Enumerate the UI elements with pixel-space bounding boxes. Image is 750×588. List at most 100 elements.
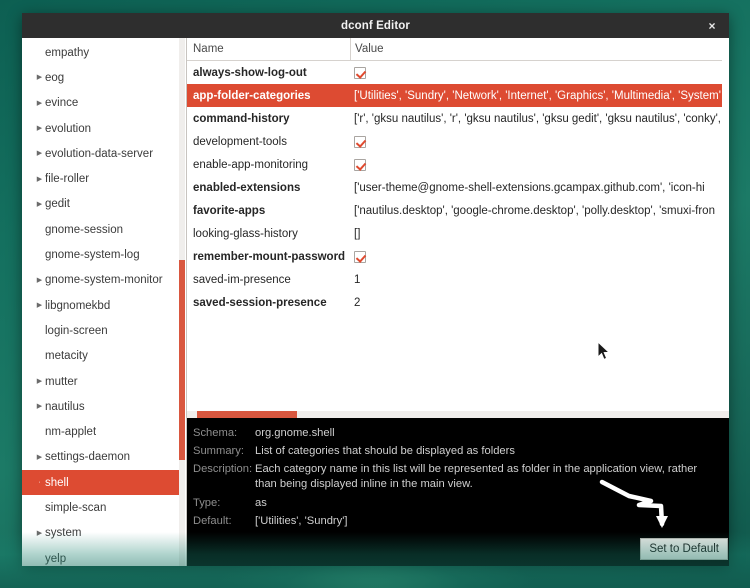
detail-label-summary: Summary: [193,445,244,457]
key-row[interactable]: looking-glass-history [] [187,223,729,246]
detail-row-schema: Schema: org.gnome.shell [193,426,729,440]
chevron-right-icon[interactable]: ▶ [34,150,45,157]
chevron-right-icon[interactable]: ▶ [34,277,45,284]
key-value[interactable]: ['Utilities', 'Sundry', 'Network', 'Inte… [350,90,729,102]
chevron-right-icon[interactable]: ▶ [34,201,45,208]
detail-row-description: Description: Each category name in this … [193,462,729,492]
detail-label-schema: Schema: [193,427,238,439]
detail-value-schema: org.gnome.shell [255,427,335,439]
sidebar-item-evolution-data-server[interactable]: ▶ evolution-data-server [22,141,179,166]
key-list-vertical-scrollbar[interactable] [722,60,729,411]
key-row[interactable]: development-tools [187,130,729,153]
sidebar-item-evolution[interactable]: ▶ evolution [22,116,179,141]
key-value[interactable] [350,66,729,79]
right-pane: Name Value always-show-log-out app-folder… [187,38,729,566]
sidebar-item-metacity[interactable]: metacity [22,344,179,369]
key-value[interactable]: 1 [350,274,729,286]
sidebar-item-label: evince [45,97,79,110]
chevron-right-icon[interactable]: ▶ [34,74,45,81]
sidebar-item-gnome-system-log[interactable]: gnome-system-log [22,242,179,267]
key-value[interactable]: 2 [350,297,729,309]
window-titlebar: dconf Editor × [22,13,729,38]
key-row[interactable]: saved-im-presence 1 [187,269,729,292]
key-value[interactable]: ['nautilus.desktop', 'google-chrome.desk… [350,205,729,217]
sidebar-item-label: simple-scan [45,501,107,514]
column-header-value[interactable]: Value [350,38,729,60]
sidebar-item-gnome-system-monitor[interactable]: ▶ gnome-system-monitor [22,268,179,293]
key-list-hscroll-thumb[interactable] [197,411,297,418]
sidebar-item-libgnomekbd[interactable]: ▶ libgnomekbd [22,293,179,318]
key-value[interactable] [350,135,729,148]
key-row[interactable]: enabled-extensions ['user-theme@gnome-she… [187,176,729,199]
sidebar-item-yelp[interactable]: yelp [22,546,179,566]
key-row[interactable]: enable-app-monitoring [187,153,729,176]
chevron-right-icon[interactable]: ▶ [34,530,45,537]
detail-value-summary: List of categories that should be displa… [255,445,515,457]
sidebar-item-settings-daemon[interactable]: ▶ settings-daemon [22,445,179,470]
chevron-right-icon[interactable]: ▶ [34,176,45,183]
sidebar-item-label: nm-applet [45,426,97,439]
key-name: saved-im-presence [193,274,291,287]
key-value[interactable] [350,251,729,264]
sidebar-vertical-scrollbar[interactable] [179,38,185,566]
detail-row-type: Type: as [193,496,729,510]
key-list[interactable]: always-show-log-out app-folder-categories… [187,61,729,411]
sidebar-item-label: empathy [45,46,90,59]
key-value[interactable]: [] [350,228,729,240]
chevron-right-icon[interactable]: ▶ [34,454,45,461]
chevron-right-icon[interactable]: ▶ [34,378,45,385]
sidebar-item-evince[interactable]: ▶ evince [22,91,179,116]
sidebar-item-gnome-session[interactable]: gnome-session [22,217,179,242]
column-header-name[interactable]: Name [187,43,350,55]
sidebar-item-label: gnome-system-log [45,249,140,262]
key-row[interactable]: saved-session-presence 2 [187,292,729,315]
sidebar-item-label: gnome-session [45,223,123,236]
checkbox-checked-icon[interactable] [354,135,366,148]
sidebar-item-label: gnome-system-monitor [45,274,163,287]
checkbox-checked-icon[interactable] [354,158,366,171]
schema-tree[interactable]: empathy ▶ eog ▶ evince ▶ evolution ▶ evolution-d… [22,38,179,566]
key-list-horizontal-scrollbar[interactable] [187,411,729,418]
sidebar-item-file-roller[interactable]: ▶ file-roller [22,166,179,191]
sidebar-item-label: shell [45,476,69,489]
sidebar-item-eog[interactable]: ▶ eog [22,65,179,90]
sidebar-scrollbar-thumb[interactable] [179,260,185,460]
chevron-right-icon[interactable]: ▶ [34,125,45,132]
key-name: command-history [193,112,290,125]
sidebar-item-mutter[interactable]: ▶ mutter [22,369,179,394]
sidebar-item-nm-applet[interactable]: nm-applet [22,419,179,444]
key-value[interactable] [350,158,729,171]
sidebar-item-login-screen[interactable]: login-screen [22,318,179,343]
key-name: always-show-log-out [193,66,307,79]
sidebar-item-label: system [45,527,82,540]
sidebar-item-system[interactable]: ▶ system [22,521,179,546]
key-detail-panel: Schema: org.gnome.shell Summary: List of… [187,418,729,566]
key-row[interactable]: favorite-apps ['nautilus.desktop', 'googl… [187,200,729,223]
key-row[interactable]: app-folder-categories ['Utilities', 'Sund… [187,84,729,108]
chevron-right-icon[interactable]: ▶ [34,403,45,410]
sidebar-item-label: metacity [45,350,88,363]
sidebar-item-shell[interactable]: · shell [22,470,179,496]
sidebar-item-gedit[interactable]: ▶ gedit [22,192,179,217]
key-row[interactable]: command-history ['r', 'gksu nautilus', 'r… [187,107,729,130]
key-value[interactable]: ['r', 'gksu nautilus', 'r', 'gksu nautil… [350,113,729,125]
sidebar-item-empathy[interactable]: empathy [22,40,179,65]
chevron-right-icon[interactable]: ▶ [34,100,45,107]
key-name: enable-app-monitoring [193,158,309,171]
chevron-right-icon[interactable]: · [34,479,45,486]
sidebar-item-nautilus[interactable]: ▶ nautilus [22,394,179,419]
checkbox-checked-icon[interactable] [354,251,366,264]
key-list-header: Name Value [187,38,729,61]
key-name: looking-glass-history [193,228,298,241]
close-icon[interactable]: × [704,18,720,34]
set-to-default-button[interactable]: Set to Default [640,538,728,560]
checkbox-checked-icon[interactable] [354,66,366,79]
sidebar-item-simple-scan[interactable]: simple-scan [22,495,179,520]
key-row[interactable]: remember-mount-password [187,246,729,269]
sidebar-item-label: evolution [45,122,92,135]
key-row[interactable]: always-show-log-out [187,61,729,84]
detail-value-description: Each category name in this list will be … [255,463,698,490]
key-value[interactable]: ['user-theme@gnome-shell-extensions.gcam… [350,182,729,194]
window-title: dconf Editor [341,19,410,32]
chevron-right-icon[interactable]: ▶ [34,302,45,309]
